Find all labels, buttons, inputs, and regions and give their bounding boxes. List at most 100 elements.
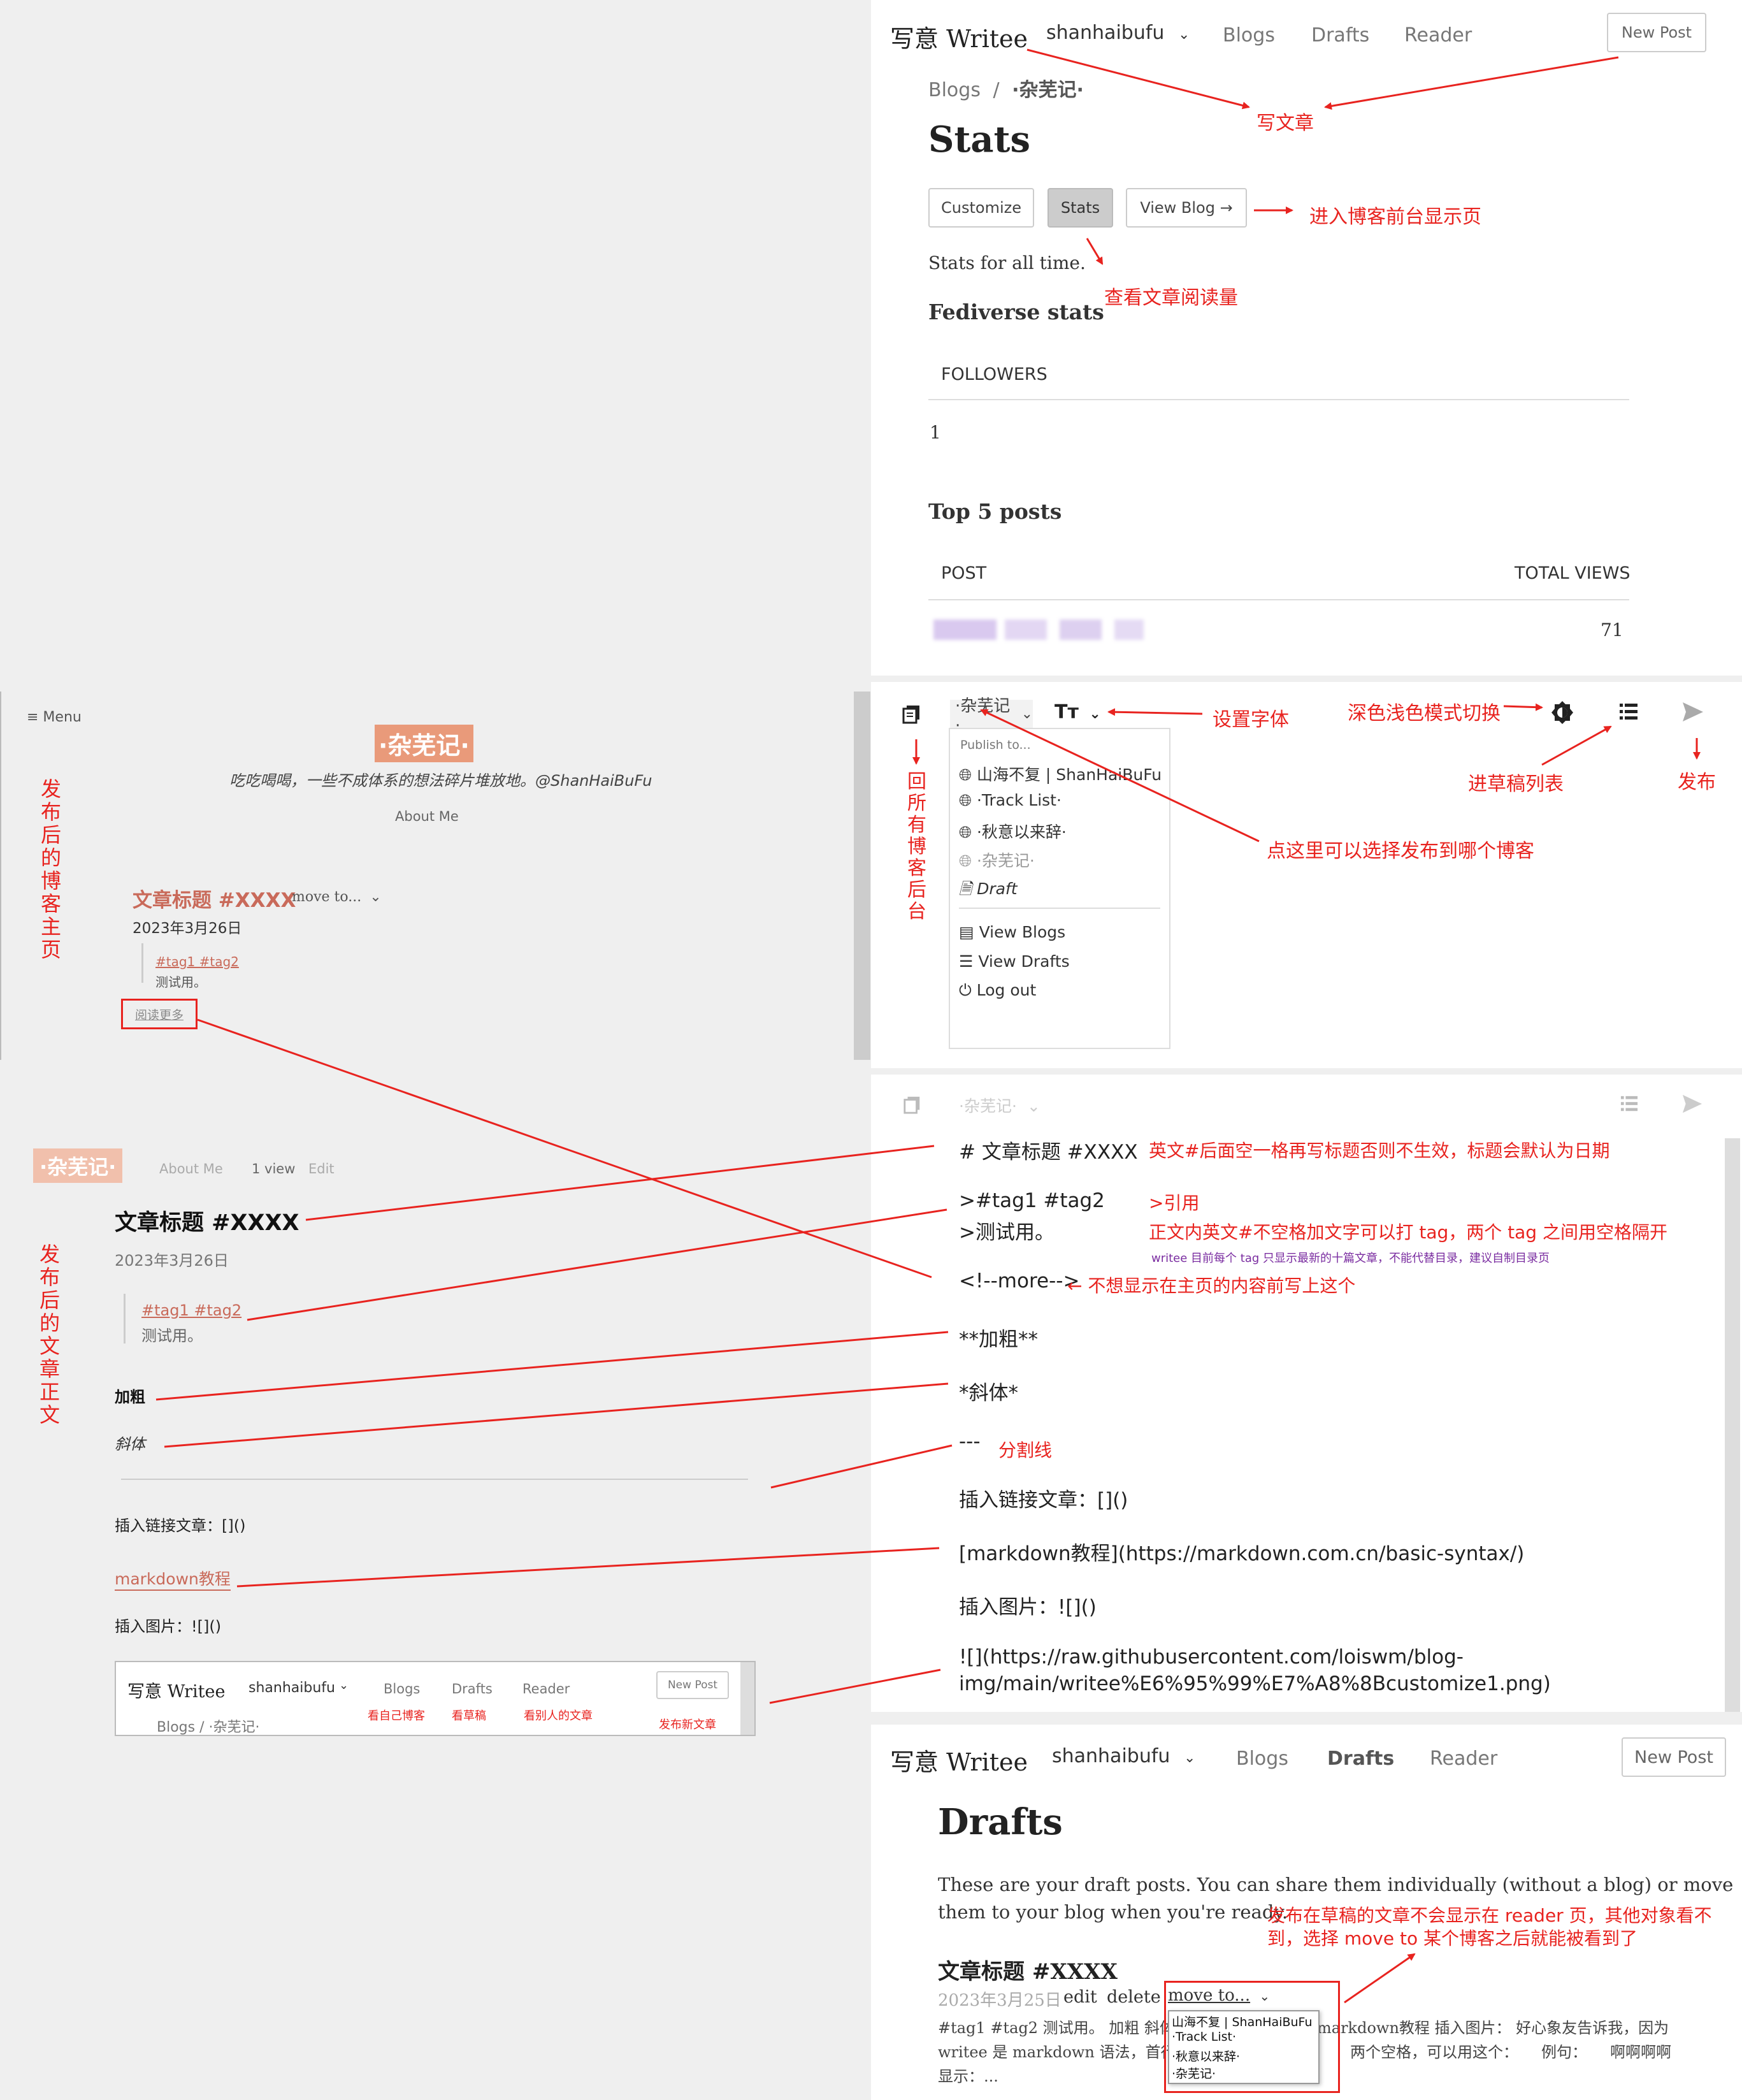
post-title: 文章标题 #XXXX [115, 1210, 299, 1236]
editor-line-link-md[interactable]: [markdown教程](https://markdown.com.cn/bas… [959, 1537, 1524, 1566]
blurred-post-title[interactable] [933, 619, 1144, 640]
editor-line-italic[interactable]: *斜体* [959, 1377, 1018, 1405]
stats-panel: 写意 Writee shanhaibufu ⌄ Blogs Drafts Rea… [871, 0, 1742, 676]
about-link[interactable]: About Me [159, 1161, 223, 1177]
dropdown-item-label: Log out [976, 981, 1037, 999]
writee-logo[interactable]: 写意 Writee [890, 1742, 1028, 1778]
followers-value: 1 [930, 422, 941, 443]
writee-logo[interactable]: 写意 Writee [890, 19, 1028, 54]
move-to-menu[interactable]: move to... ⌄ [292, 889, 382, 905]
drafts-list-icon[interactable] [1618, 702, 1639, 724]
power-icon: ⏻ [959, 981, 972, 999]
drafts-list-icon[interactable] [1620, 1095, 1639, 1115]
nav-reader[interactable]: Reader [1430, 1748, 1497, 1770]
dropdown-item-blog-1[interactable]: 🌐︎ 山海不复 | ShanHaiBuFu [959, 762, 1162, 785]
read-more-link[interactable]: 阅读更多 [121, 999, 198, 1029]
draft-edit-link[interactable]: edit [1063, 1987, 1097, 2007]
editor-line-image-md-1[interactable]: ![](https://raw.githubusercontent.com/lo… [959, 1646, 1464, 1669]
blogs-back-icon[interactable] [902, 704, 922, 727]
customize-button[interactable]: Customize [928, 188, 1034, 228]
note-back: 回所有博客后台 [907, 771, 926, 923]
user-name: shanhaibufu [1046, 22, 1165, 44]
drafts-desc-1: These are your draft posts. You can shar… [938, 1874, 1734, 1895]
scrollbar[interactable] [854, 692, 870, 1060]
post-date: 2023年3月26日 [133, 920, 242, 937]
editor-line-quote[interactable]: >测试用。 [959, 1216, 1055, 1245]
dropdown-item-blog-2[interactable]: 🌐︎ ·Track List· [959, 791, 1062, 810]
dropdown-item-blog-4[interactable]: 🌐︎ ·杂芜记· [959, 848, 1035, 871]
about-link[interactable]: About Me [395, 809, 459, 824]
user-menu[interactable]: shanhaibufu ⌄ [1052, 1745, 1195, 1767]
views-header: TOTAL VIEWS [1515, 563, 1630, 583]
dropdown-divider [959, 908, 1160, 909]
editor-line-more[interactable]: <!--more--> [959, 1270, 1079, 1293]
menu-button[interactable]: ≡ Menu [27, 709, 82, 725]
blog-select[interactable]: ·杂芜记· ⌄ [950, 697, 1033, 735]
draft-excerpt-2a: writee 是 markdown 语法，首行 [938, 2043, 1176, 2061]
theme-toggle-icon[interactable] [1550, 700, 1575, 728]
view-blog-button[interactable]: View Blog → [1126, 188, 1247, 228]
note-view-blog: 进入博客前台显示页 [1309, 206, 1481, 228]
note-publish: 发布 [1678, 771, 1716, 793]
move-option-3[interactable]: ·秋意以来辞· [1172, 2047, 1240, 2064]
user-menu[interactable]: shanhaibufu ⌄ [1046, 22, 1190, 44]
post-quote: 测试用。 [141, 1327, 203, 1345]
editor-line-link[interactable]: 插入链接文章：[]() [959, 1484, 1128, 1512]
move-option-1[interactable]: 山海不复 | ShanHaiBuFu [1172, 2013, 1313, 2030]
send-icon[interactable] [1681, 1094, 1703, 1117]
breadcrumb-blogs[interactable]: Blogs [928, 79, 981, 101]
editor-line-image[interactable]: 插入图片：![]() [959, 1591, 1097, 1619]
dropdown-item-view-blogs[interactable]: ▤ View Blogs [959, 923, 1065, 941]
nav-drafts[interactable]: Drafts [1311, 24, 1369, 47]
move-to-label: move to... [1168, 1986, 1251, 2005]
dropdown-item-logout[interactable]: ⏻ Log out [959, 981, 1036, 1000]
scrollbar [740, 1662, 754, 1735]
editor-line-hr[interactable]: --- [959, 1430, 981, 1453]
font-select[interactable]: Tт ⌄ [1055, 701, 1101, 723]
scrollbar[interactable] [1725, 1138, 1740, 1712]
editor-line-tags[interactable]: >#tag1 #tag2 [959, 1189, 1105, 1212]
new-post-button[interactable]: New Post [1622, 1737, 1726, 1777]
blog-name[interactable]: ·杂芜记· [33, 1148, 123, 1183]
post-tags[interactable]: #tag1 #tag2 [155, 954, 239, 969]
stats-for-text: Stats for all time. [928, 252, 1086, 273]
edit-link[interactable]: Edit [308, 1161, 335, 1177]
new-post-button[interactable]: New Post [1607, 13, 1706, 52]
top5-heading: Top 5 posts [928, 499, 1062, 524]
nav-blogs[interactable]: Blogs [1236, 1748, 1288, 1770]
breadcrumb-sep: / [993, 79, 1000, 101]
send-icon[interactable] [1681, 701, 1704, 725]
nav-drafts[interactable]: Drafts [1327, 1748, 1394, 1770]
editor-line-bold[interactable]: **加粗** [959, 1323, 1038, 1352]
blogs-back-icon[interactable] [903, 1095, 922, 1117]
nav-blogs[interactable]: Blogs [1223, 24, 1275, 47]
dropdown-item-view-drafts[interactable]: ☰ View Drafts [959, 952, 1070, 971]
editor-line-title[interactable]: # 文章标题 #XXXX [959, 1136, 1138, 1164]
nav-reader[interactable]: Reader [1404, 24, 1472, 47]
editor-line-image-md-2[interactable]: img/main/writee%E6%95%99%E7%A8%8Bcustomi… [959, 1672, 1551, 1695]
dropdown-item-blog-3[interactable]: 🌐︎ ·秋意以来辞· [959, 820, 1067, 843]
post-title[interactable]: 文章标题 #XXXX [133, 884, 296, 913]
move-to-menu[interactable]: move to... ⌄ [1168, 1986, 1270, 2005]
draft-title[interactable]: 文章标题 #XXXX [938, 1954, 1118, 1985]
stats-button[interactable]: Stats [1047, 188, 1113, 228]
chevron-down-icon: ⌄ [1177, 27, 1190, 43]
dropdown-item-draft[interactable]: 🗎︎ Draft [959, 877, 1018, 904]
editor-panel: ·杂芜记· ⌄ # 文章标题 #XXXX >#tag1 #tag2 >测试用。 … [871, 1075, 1742, 1712]
markdown-link[interactable]: markdown教程 [115, 1567, 231, 1591]
blog-select[interactable]: ·杂芜记· ⌄ [959, 1094, 1040, 1117]
user-name: shanhaibufu [248, 1680, 335, 1696]
blog-name[interactable]: ·杂芜记· [375, 725, 473, 762]
note-choose-blog: 点这里可以选择发布到哪个博客 [1267, 840, 1534, 862]
chevron-down-icon: ⌄ [1259, 1988, 1271, 2004]
move-to-options: 山海不复 | ShanHaiBuFu ·Track List· ·秋意以来辞· … [1168, 2010, 1320, 2084]
move-option-4[interactable]: ·杂芜记· [1172, 2064, 1216, 2082]
post-tags[interactable]: #tag1 #tag2 [141, 1301, 241, 1319]
draft-excerpt-1a: #tag1 #tag2 测试用。 加粗 斜体 [938, 2019, 1175, 2037]
move-option-2[interactable]: ·Track List· [1172, 2030, 1236, 2044]
draft-delete-link[interactable]: delete [1107, 1987, 1161, 2007]
nav-drafts: Drafts [452, 1681, 493, 1697]
note-drafts: 看草稿 [452, 1709, 486, 1723]
font-icon: Tт [1055, 701, 1079, 723]
globe-icon: 🌐︎ [959, 823, 972, 841]
